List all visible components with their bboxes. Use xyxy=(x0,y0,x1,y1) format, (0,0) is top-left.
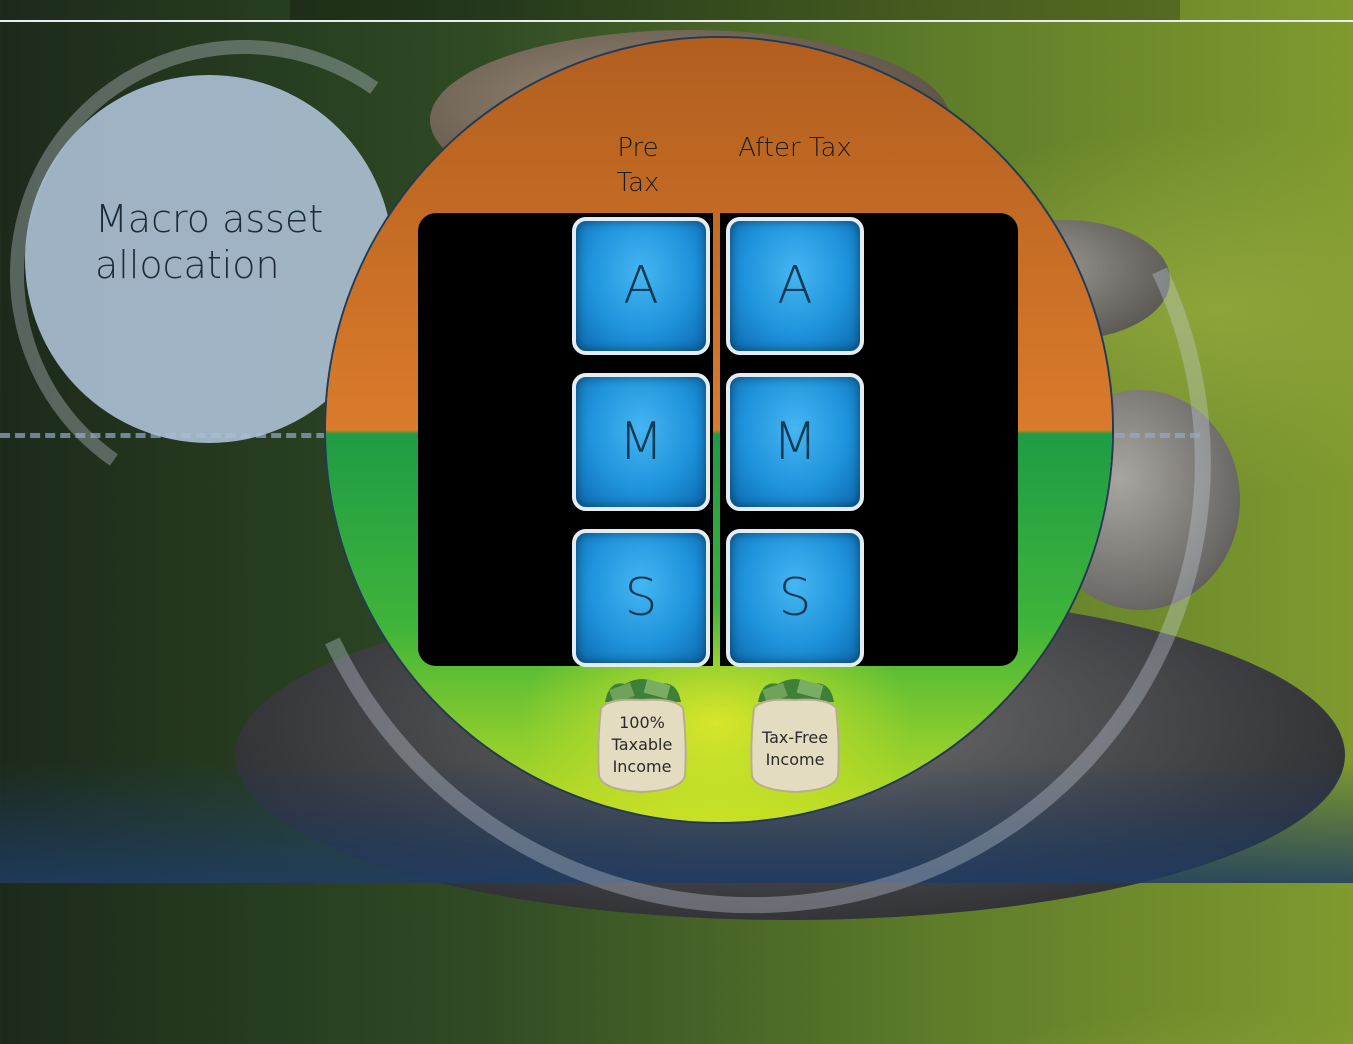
tax-free-income-label: Tax-Free Income xyxy=(761,728,829,769)
pre-tax-label: Pre Tax xyxy=(616,133,660,198)
pre-tax-tile-m[interactable]: M xyxy=(572,373,710,511)
after-tax-tile-a[interactable]: A xyxy=(726,217,864,355)
taxable-money-bag: 100% Taxable Income xyxy=(595,672,689,794)
taxable-income-label: 100% Taxable Income xyxy=(611,713,673,776)
pre-tax-tile-s[interactable]: S xyxy=(572,529,710,667)
after-tax-label: After Tax xyxy=(738,133,852,163)
slide-title: Macro asset allocation xyxy=(95,197,324,287)
tax-free-money-bag: Tax-Free Income xyxy=(748,672,842,794)
after-tax-tile-m[interactable]: M xyxy=(726,373,864,511)
pre-tax-tile-a[interactable]: A xyxy=(572,217,710,355)
after-tax-tile-s[interactable]: S xyxy=(726,529,864,667)
